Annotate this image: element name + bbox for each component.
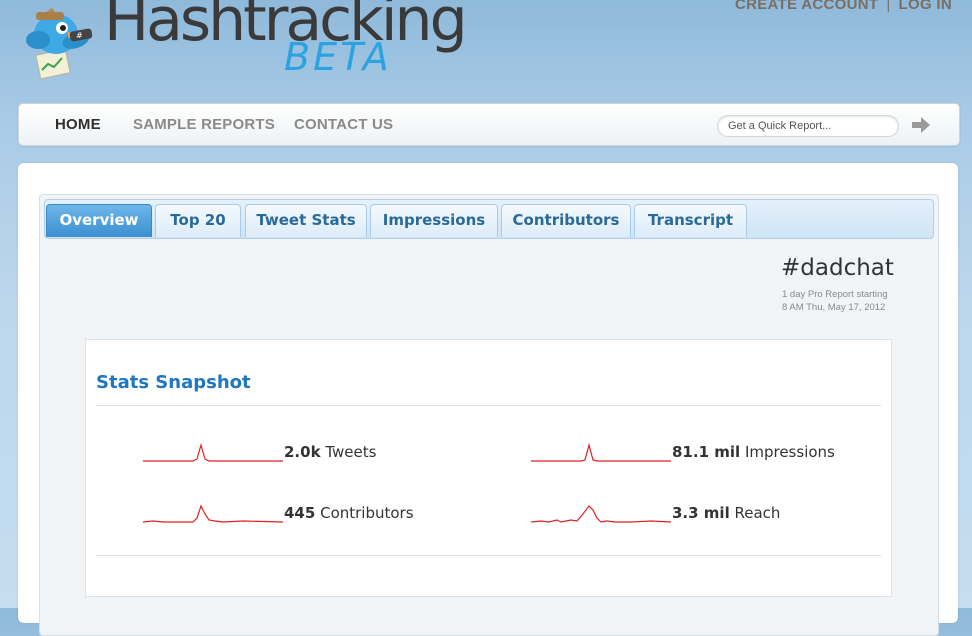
snapshot-title: Stats Snapshot — [96, 372, 251, 393]
stat-tweets: 2.0k Tweets — [143, 437, 503, 467]
login-link[interactable]: LOG IN — [899, 0, 952, 13]
report-period-line2: 8 AM Thu, May 17, 2012 — [782, 302, 886, 313]
report-hashtag: #dadchat — [781, 255, 894, 281]
tab-overview[interactable]: Overview — [46, 204, 152, 237]
create-account-link[interactable]: CREATE ACCOUNT — [735, 0, 878, 13]
beta-badge: BETA — [284, 35, 392, 79]
tab-impressions[interactable]: Impressions — [370, 204, 498, 237]
account-links: CREATE ACCOUNT | LOG IN — [735, 0, 952, 13]
report-panel: Overview Top 20 Tweet Stats Impressions … — [39, 194, 939, 636]
quick-report-input[interactable] — [717, 115, 899, 137]
tab-top-20[interactable]: Top 20 — [155, 204, 241, 237]
account-separator: | — [886, 0, 891, 13]
stat-contributors-label: Contributors — [320, 504, 414, 522]
nav-home[interactable]: HOME — [55, 116, 101, 133]
arrow-right-icon[interactable] — [911, 116, 931, 134]
tweets-sparkline — [143, 442, 283, 462]
report-period-line1: 1 day Pro Report starting — [782, 289, 888, 300]
stat-contributors-value: 445 — [284, 504, 316, 522]
main-panel: Overview Top 20 Tweet Stats Impressions … — [18, 163, 958, 636]
tab-contributors[interactable]: Contributors — [501, 204, 631, 237]
divider — [96, 405, 881, 406]
stat-contributors: 445 Contributors — [143, 498, 503, 528]
svg-text:#: # — [76, 31, 83, 40]
nav-contact-us[interactable]: CONTACT US — [294, 116, 393, 133]
tab-transcript[interactable]: Transcript — [634, 204, 747, 237]
stat-reach-value: 3.3 mil — [672, 504, 730, 522]
report-period: 1 day Pro Report starting 8 AM Thu, May … — [782, 288, 888, 314]
stat-tweets-value: 2.0k — [284, 443, 321, 461]
stat-reach: 3.3 mil Reach — [531, 498, 891, 528]
impressions-sparkline — [531, 442, 671, 462]
stats-snapshot: Stats Snapshot 2.0k Tweets 81.1 mil Impr… — [85, 339, 892, 597]
main-nav: HOME SAMPLE REPORTS CONTACT US — [18, 103, 960, 146]
stat-impressions-label: Impressions — [744, 443, 835, 461]
stat-impressions-value: 81.1 mil — [672, 443, 741, 461]
bird-logo-icon: # — [18, 2, 100, 80]
stat-impressions: 81.1 mil Impressions — [531, 437, 891, 467]
contributors-sparkline — [143, 504, 283, 523]
tab-tweet-stats[interactable]: Tweet Stats — [245, 204, 367, 237]
stat-reach-label: Reach — [734, 504, 781, 522]
reach-sparkline — [531, 505, 671, 523]
stat-tweets-label: Tweets — [325, 443, 377, 461]
report-tabs: Overview Top 20 Tweet Stats Impressions … — [44, 199, 934, 239]
nav-sample-reports[interactable]: SAMPLE REPORTS — [133, 116, 275, 133]
divider — [96, 555, 881, 556]
